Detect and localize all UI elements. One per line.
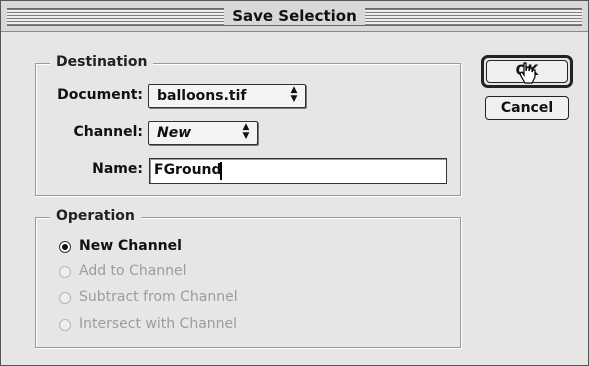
radio-button-disabled <box>59 266 71 278</box>
operation-legend: Operation <box>50 208 141 224</box>
radio-intersect-with-channel[interactable]: Intersect with Channel <box>59 316 299 336</box>
channel-label: Channel: <box>73 124 143 140</box>
document-value: balloons.tif <box>157 88 247 104</box>
channel-value: New <box>157 125 192 141</box>
dialog-title: Save Selection <box>224 7 365 25</box>
radio-label-subtract-from-channel: Subtract from Channel <box>79 289 238 305</box>
name-value: FGround <box>154 162 222 178</box>
cancel-button-label: Cancel <box>500 100 554 116</box>
name-label: Name: <box>92 161 143 177</box>
title-bar[interactable]: Save Selection <box>1 1 588 32</box>
radio-subtract-from-channel[interactable]: Subtract from Channel <box>59 289 299 309</box>
radio-button-disabled <box>59 292 71 304</box>
save-selection-dialog: Save Selection Destination Document: bal… <box>0 0 589 366</box>
cancel-button[interactable]: Cancel <box>485 96 569 120</box>
radio-label-new-channel: New Channel <box>79 238 182 254</box>
document-label: Document: <box>57 87 143 103</box>
radio-label-intersect-with-channel: Intersect with Channel <box>79 316 238 332</box>
destination-legend: Destination <box>50 54 154 70</box>
up-down-arrows-icon: ▲ ▼ <box>290 85 298 104</box>
radio-button-selected <box>59 241 71 253</box>
radio-button-disabled <box>59 319 71 331</box>
radio-dot-icon <box>62 244 68 250</box>
dialog-title-wrap: Save Selection <box>1 1 588 31</box>
radio-new-channel[interactable]: New Channel <box>59 238 259 258</box>
hand-pointer-icon <box>519 62 536 84</box>
up-down-arrows-icon: ▲ ▼ <box>242 122 250 141</box>
name-field[interactable]: FGround <box>149 158 447 184</box>
radio-add-to-channel[interactable]: Add to Channel <box>59 263 259 283</box>
document-popup[interactable]: balloons.tif ▲ ▼ <box>148 84 306 108</box>
channel-popup[interactable]: New ▲ ▼ <box>148 121 258 145</box>
radio-label-add-to-channel: Add to Channel <box>79 263 187 279</box>
text-caret <box>220 162 222 180</box>
